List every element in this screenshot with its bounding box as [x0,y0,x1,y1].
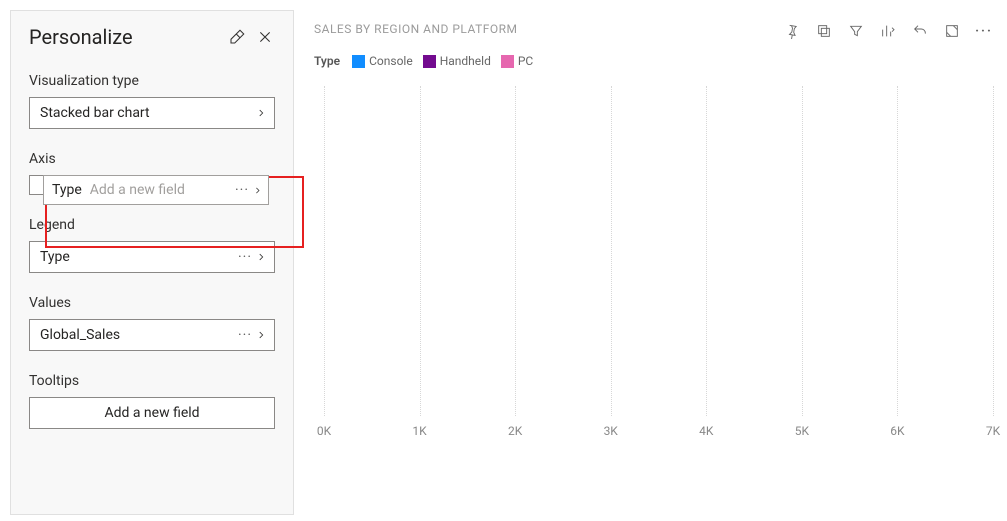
swatch-icon [352,55,365,68]
grid-line [611,86,612,416]
values-field-value: Global_Sales [40,327,234,343]
x-tick-label: 7K [986,424,1000,438]
axis-field-value: Type [52,182,82,198]
x-tick-label: 0K [317,424,331,438]
close-icon[interactable] [255,27,275,47]
chevron-right-icon [256,328,266,342]
values-label: Values [29,295,275,311]
axis-field-placeholder: Add a new field [90,182,231,198]
grid-line [897,86,898,416]
personalize-icon[interactable] [879,22,897,40]
swatch-icon [423,55,436,68]
copy-icon[interactable] [815,22,833,40]
axis-label: Axis [29,151,275,167]
pin-icon[interactable] [783,22,801,40]
focus-mode-icon[interactable] [943,22,961,40]
x-tick-label: 3K [604,424,618,438]
values-group: Values Global_Sales ··· [29,295,275,351]
axis-group: Axis Type Add a new field ··· [29,151,275,195]
chevron-right-icon [256,250,266,264]
legend-item[interactable]: Handheld [423,54,491,68]
x-tick-label: 4K [699,424,713,438]
legend-title: Type [314,54,340,68]
visualization-type-value: Stacked bar chart [40,105,256,121]
x-tick-label: 6K [890,424,904,438]
tooltips-group: Tooltips Add a new field [29,373,275,429]
visualization-pane: SALES BY REGION AND PLATFORM ··· Type Co… [304,0,1007,521]
legend-label: Legend [29,217,275,233]
legend-field[interactable]: Type ··· [29,241,275,273]
plot-area [324,86,993,416]
chart-area: 0K1K2K3K4K5K6K7K [324,86,993,446]
values-field[interactable]: Global_Sales ··· [29,319,275,351]
visual-toolbar: ··· [783,22,993,40]
filter-icon[interactable] [847,22,865,40]
chevron-right-icon [256,106,266,120]
undo-icon[interactable] [911,22,929,40]
x-tick-label: 1K [412,424,426,438]
add-tooltip-field-button[interactable]: Add a new field [29,397,275,429]
erase-icon[interactable] [227,27,247,47]
legend-item-label: PC [518,54,533,68]
more-options-icon[interactable]: ··· [975,22,993,40]
more-icon[interactable]: ··· [231,182,253,198]
grid-line [802,86,803,416]
legend-field-value: Type [40,249,234,265]
swatch-icon [501,55,514,68]
x-tick-label: 2K [508,424,522,438]
more-icon[interactable]: ··· [234,249,256,265]
panel-title: Personalize [29,25,219,49]
legend-group: Legend Type ··· [29,217,275,273]
legend-item[interactable]: PC [501,54,533,68]
visualization-type-group: Visualization type Stacked bar chart [29,73,275,129]
chart-legend: Type Console Handheld PC [314,54,993,68]
background-thumbnail-strip [304,483,1007,521]
chart-title: SALES BY REGION AND PLATFORM [314,22,783,36]
visualization-type-label: Visualization type [29,73,275,89]
more-icon[interactable]: ··· [234,327,256,343]
axis-field-dragging[interactable]: Type Add a new field ··· [43,175,269,205]
grid-line [993,86,994,416]
legend-item-label: Handheld [440,54,491,68]
grid-line [324,86,325,416]
grid-line [420,86,421,416]
personalize-panel: Personalize Visualization type Stacked b… [10,10,294,515]
tooltips-label: Tooltips [29,373,275,389]
visualization-type-select[interactable]: Stacked bar chart [29,97,275,129]
chevron-right-icon [253,184,262,197]
x-tick-label: 5K [795,424,809,438]
grid-line [706,86,707,416]
legend-item-label: Console [369,54,413,68]
legend-item[interactable]: Console [352,54,413,68]
grid-line [515,86,516,416]
